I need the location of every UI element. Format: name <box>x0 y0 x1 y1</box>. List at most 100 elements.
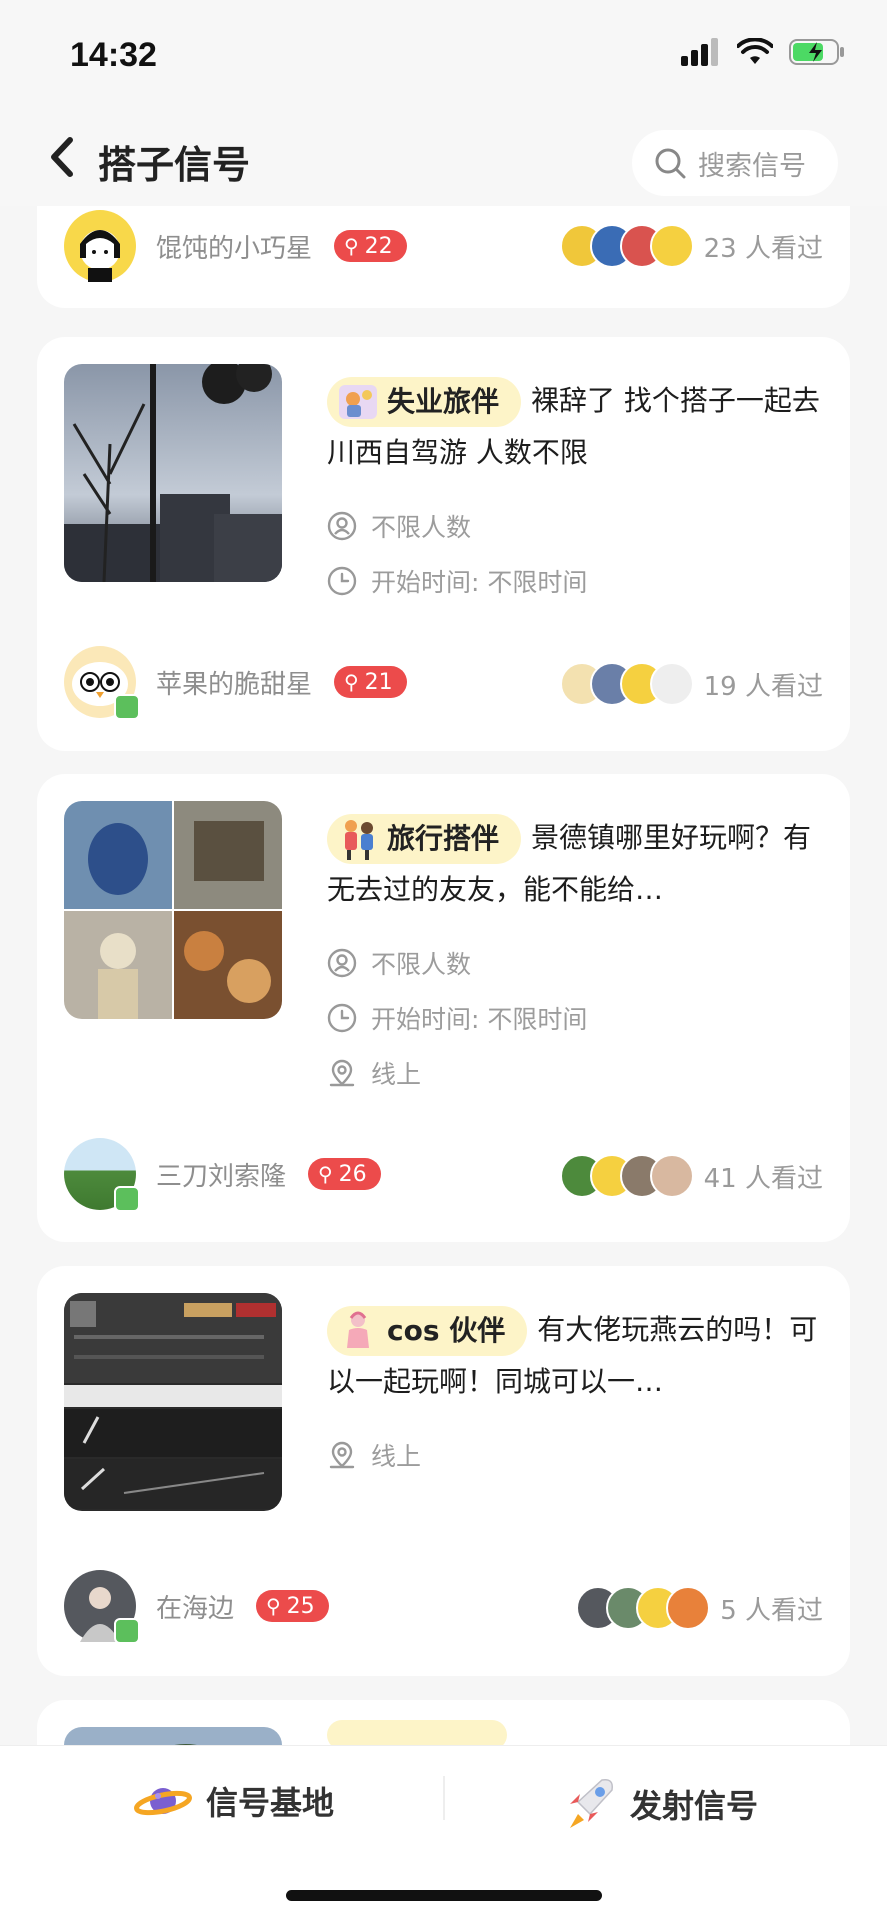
collage-photo <box>64 801 282 1019</box>
wifi-icon <box>737 38 773 64</box>
card-title-block: 旅行搭伴 景德镇哪里好玩啊？有无去过的友友，能不能给… <box>327 812 827 916</box>
clock-icon <box>327 1003 357 1033</box>
meta-time: 开始时间: 不限时间 <box>327 563 587 599</box>
travel-partner-icon <box>345 820 373 860</box>
viewer-avatars <box>559 662 694 706</box>
viewer-count: 23 人看过 <box>703 233 823 264</box>
travel-companion-icon <box>339 385 377 419</box>
status-icons <box>681 38 845 66</box>
meta-people-label: 不限人数 <box>371 950 472 979</box>
clock-icon <box>327 566 357 596</box>
category-tag[interactable]: 旅行搭伴 <box>327 814 522 864</box>
search-placeholder: 搜索信号 <box>698 150 806 182</box>
level-value: 21 <box>364 669 393 695</box>
cos-partner-icon <box>347 1311 369 1348</box>
battery-icon <box>789 39 844 65</box>
author-info[interactable]: 馄饨的小巧星 ⚲ 22 <box>64 210 407 282</box>
meta-location-label: 线上 <box>371 1060 422 1089</box>
signal-icon <box>681 38 718 66</box>
card-title-block: cos 伙伴 有大佬玩燕云的吗！可以一起玩啊！同城可以一… <box>327 1304 827 1408</box>
viewer-avatars <box>559 1154 694 1198</box>
level-value: 25 <box>286 1593 315 1619</box>
category-tag-label: 旅行搭伴 <box>387 822 500 855</box>
viewers-info: 19 人看过 <box>559 662 823 706</box>
status-bar: 14:32 <box>0 0 887 110</box>
search-input[interactable]: 搜索信号 <box>632 130 838 196</box>
viewer-avatars <box>576 1586 711 1630</box>
viewer-count: 41 人看过 <box>703 1163 823 1194</box>
verified-badge-icon <box>114 694 140 720</box>
meta-people-label: 不限人数 <box>371 513 472 542</box>
location-pin-icon <box>329 1441 355 1469</box>
viewers-info: 5 人看过 <box>576 1586 823 1630</box>
author-name: 馄饨的小巧星 <box>156 233 313 264</box>
author-name: 三刀刘索隆 <box>156 1161 287 1192</box>
signal-card[interactable]: 失业旅伴 裸辞了 找个搭子一起去川西自驾游 人数不限 不限人数 开始时间: 不限… <box>37 337 850 751</box>
category-tag-label: 失业旅伴 <box>387 385 500 418</box>
meta-time: 开始时间: 不限时间 <box>327 1000 587 1036</box>
viewer-count: 5 人看过 <box>720 1595 823 1626</box>
author-info[interactable]: 苹果的脆甜星 ⚲ 21 <box>64 646 407 720</box>
search-icon <box>655 148 686 179</box>
avatar <box>649 1154 694 1198</box>
card-thumbnail[interactable] <box>64 1293 282 1511</box>
avatar[interactable] <box>64 1570 140 1644</box>
meta-location: 线上 <box>327 1055 421 1091</box>
author-info[interactable]: 三刀刘索隆 ⚲ 26 <box>64 1138 381 1212</box>
meta-location: 线上 <box>327 1437 421 1473</box>
avatar[interactable] <box>64 646 140 720</box>
status-time: 14:32 <box>70 36 157 74</box>
level-badge: ⚲ 25 <box>256 1590 329 1622</box>
chevron-left-icon <box>51 137 73 177</box>
card-thumbnail[interactable] <box>64 801 282 1019</box>
launch-signal-tab[interactable]: 发射信号 <box>566 1776 758 1832</box>
author-name: 苹果的脆甜星 <box>156 669 313 700</box>
person-circle-icon <box>327 511 357 541</box>
viewers-info: 41 人看过 <box>559 1154 823 1198</box>
meta-location-label: 线上 <box>371 1442 422 1471</box>
page-title: 搭子信号 <box>98 143 251 187</box>
category-tag[interactable]: cos 伙伴 <box>327 1306 528 1356</box>
author-name: 在海边 <box>156 1593 235 1624</box>
level-badge: ⚲ 21 <box>334 666 407 698</box>
card-title-block: 失业旅伴 裸辞了 找个搭子一起去川西自驾游 人数不限 <box>327 375 827 479</box>
level-badge: ⚲ 22 <box>334 230 407 262</box>
author-info[interactable]: 在海边 ⚲ 25 <box>64 1570 329 1644</box>
sky-photo <box>64 364 282 582</box>
planet-icon <box>134 1788 192 1816</box>
avatar[interactable] <box>64 1138 140 1212</box>
bottom-tab-bar: 信号基地 发射信号 <box>0 1745 887 1920</box>
launch-signal-label: 发射信号 <box>630 1787 759 1825</box>
rocket-icon <box>570 1778 614 1828</box>
back-button[interactable] <box>44 132 84 182</box>
signal-base-label: 信号基地 <box>206 1784 335 1822</box>
category-tag-label: cos 伙伴 <box>387 1314 506 1347</box>
person-circle-icon <box>327 948 357 978</box>
meta-time-label: 开始时间: 不限时间 <box>371 568 588 597</box>
gender-icon: ⚲ <box>266 1594 281 1618</box>
viewers-info: 23 人看过 <box>559 224 823 268</box>
gender-icon: ⚲ <box>344 234 359 258</box>
category-tag[interactable]: 失业旅伴 <box>327 377 522 427</box>
meta-people: 不限人数 <box>327 945 471 981</box>
card-thumbnail[interactable] <box>64 364 282 582</box>
signal-card[interactable]: cos 伙伴 有大佬玩燕云的吗！可以一起玩啊！同城可以一… 线上 在海边 ⚲ 2… <box>37 1266 850 1676</box>
tab-divider <box>443 1776 445 1820</box>
location-pin-icon <box>329 1059 355 1087</box>
viewer-count: 19 人看过 <box>703 671 823 702</box>
verified-badge-icon <box>114 1186 140 1212</box>
level-badge: ⚲ 26 <box>308 1158 381 1190</box>
avatar <box>649 662 694 706</box>
home-indicator <box>286 1890 602 1901</box>
game-screenshot <box>64 1293 282 1511</box>
viewer-avatars <box>559 224 694 268</box>
signal-base-tab[interactable]: 信号基地 <box>134 1776 334 1826</box>
avatar[interactable] <box>64 210 136 282</box>
verified-badge-icon <box>114 1618 140 1644</box>
level-value: 22 <box>364 233 393 259</box>
signal-card[interactable]: 旅行搭伴 景德镇哪里好玩啊？有无去过的友友，能不能给… 不限人数 开始时间: 不… <box>37 774 850 1242</box>
meta-time-label: 开始时间: 不限时间 <box>371 1005 588 1034</box>
top-nav-bar: 搭子信号 搜索信号 <box>0 110 887 206</box>
avatar-illustration <box>80 230 120 282</box>
avatar <box>649 224 694 268</box>
